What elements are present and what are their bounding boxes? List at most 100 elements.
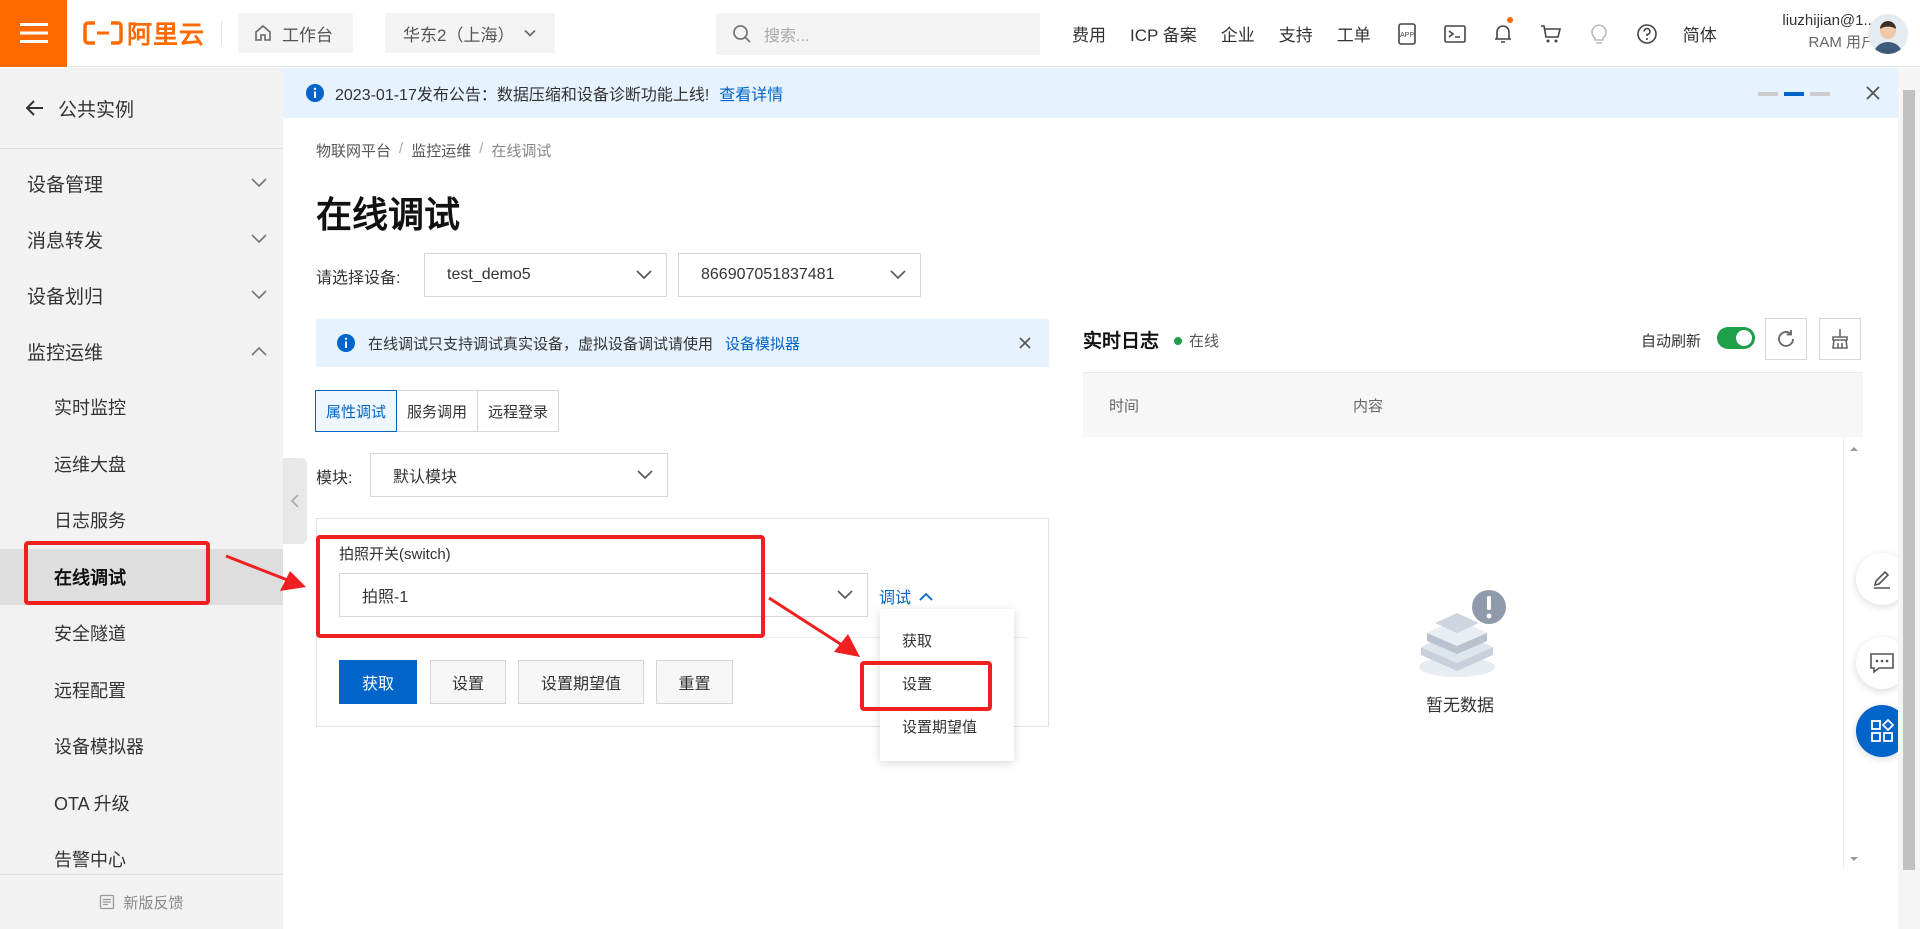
device-select-label: 请选择设备: (316, 270, 401, 287)
module-select-value: 默认模块 (393, 469, 458, 486)
nav-link-enterprise[interactable]: 企业 (1221, 21, 1255, 46)
user-avatar-icon (1868, 14, 1908, 54)
status-dot (1174, 336, 1182, 345)
sidebar-item-ops-dashboard[interactable]: 运维大盘 (0, 436, 283, 493)
column-header-content: 内容 (1353, 397, 1384, 415)
announcement-bar: 2023-01-17发布公告：数据压缩和设备诊断功能上线! 查看详情 (283, 68, 1900, 118)
annotation-box (316, 535, 765, 638)
page-title: 在线调试 (316, 194, 461, 235)
pager-dot[interactable] (1758, 92, 1778, 96)
close-icon[interactable] (1017, 335, 1033, 351)
search-input[interactable]: 搜索... (716, 13, 1040, 55)
scrollbar-thumb[interactable] (1903, 90, 1915, 870)
product-select-value: test_demo5 (447, 266, 531, 283)
pager-dot[interactable] (1810, 92, 1830, 96)
sidebar-item-device-simulator[interactable]: 设备模拟器 (0, 718, 283, 775)
debug-tabs: 属性调试 服务调用 远程登录 (315, 390, 560, 432)
module-select[interactable]: 默认模块 (370, 453, 668, 497)
chevron-down-icon (636, 270, 652, 280)
announcement-pager (1758, 92, 1830, 96)
set-button[interactable]: 设置 (430, 660, 506, 704)
nav-link-ticket[interactable]: 工单 (1337, 21, 1371, 46)
sidebar-item-ota[interactable]: OTA 升级 (0, 775, 283, 832)
sidebar-item-secure-tunnel[interactable]: 安全隧道 (0, 605, 283, 662)
workbench-label: 工作台 (282, 25, 334, 45)
logo-text: 阿里云 (127, 21, 206, 49)
feedback-label: 新版反馈 (123, 894, 184, 912)
auto-refresh-toggle[interactable] (1717, 327, 1755, 349)
breadcrumb-item[interactable]: 物联网平台 (316, 140, 391, 161)
menu-item-set-expected[interactable]: 设置期望值 (880, 705, 1014, 748)
sidebar: 公共实例 设备管理 消息转发 设备划归 监控运维 实时监控 运维大盘 日志服务 … (0, 68, 283, 929)
log-table-header: 时间 内容 (1083, 373, 1863, 437)
help-icon[interactable] (1623, 0, 1671, 67)
empty-data-icon (1419, 590, 1506, 677)
workbench-button[interactable]: 工作台 (238, 13, 354, 53)
product-select[interactable]: test_demo5 (424, 253, 667, 297)
info-icon (306, 84, 324, 102)
tab-property-debug[interactable]: 属性调试 (315, 390, 398, 432)
chevron-left-icon (290, 494, 299, 508)
avatar[interactable] (1868, 14, 1908, 54)
search-placeholder: 搜索... (764, 28, 810, 45)
sidebar-collapse-handle[interactable] (283, 458, 307, 544)
chevron-down-icon (251, 234, 267, 244)
menu-button[interactable] (0, 0, 67, 67)
pencil-icon (1873, 570, 1890, 589)
region-selector[interactable]: 华东2（上海） (385, 13, 556, 53)
nav-link-support[interactable]: 支持 (1279, 21, 1313, 46)
clear-log-button[interactable] (1819, 318, 1861, 360)
sidebar-item-realtime-monitor[interactable]: 实时监控 (0, 379, 283, 436)
chevron-down-icon (251, 290, 267, 300)
sidebar-group-device-assignment[interactable]: 设备划归 (0, 267, 283, 323)
nav-link-icp[interactable]: ICP 备案 (1130, 21, 1197, 46)
sidebar-group-device-management[interactable]: 设备管理 (0, 155, 283, 211)
online-status: 在线 (1174, 330, 1219, 351)
hamburger-icon (19, 23, 48, 43)
region-label: 华东2（上海） (403, 25, 515, 45)
refresh-button[interactable] (1765, 318, 1807, 360)
nav-link-fees[interactable]: 费用 (1072, 21, 1106, 46)
device-select[interactable]: 866907051837481 (678, 253, 921, 297)
breadcrumb-item[interactable]: 监控运维 (411, 140, 471, 161)
user-info[interactable]: liuzhijian@1... RAM 用户 (1740, 10, 1876, 54)
set-expected-button[interactable]: 设置期望值 (518, 660, 644, 704)
home-icon (255, 24, 271, 41)
language-switch[interactable]: 简体 (1683, 21, 1717, 46)
pager-dot-active[interactable] (1784, 92, 1804, 96)
debug-menu-trigger[interactable]: 调试 (879, 584, 933, 608)
app-icon[interactable]: APP (1383, 0, 1431, 67)
info-icon (337, 334, 355, 352)
close-icon[interactable] (1864, 84, 1882, 102)
cart-icon[interactable] (1527, 0, 1575, 67)
aliyun-logo-icon (83, 21, 123, 45)
sidebar-group-monitoring-ops[interactable]: 监控运维 (0, 323, 283, 379)
feedback-button[interactable]: 新版反馈 (0, 874, 283, 929)
menu-item-get[interactable]: 获取 (880, 619, 1014, 662)
back-to-instances[interactable]: 公共实例 (0, 68, 283, 148)
back-label: 公共实例 (58, 99, 135, 121)
scroll-down-icon (1850, 857, 1858, 861)
sidebar-group-message-forwarding[interactable]: 消息转发 (0, 211, 283, 267)
terminal-icon[interactable] (1431, 0, 1479, 67)
sidebar-item-remote-config[interactable]: 远程配置 (0, 662, 283, 719)
lightbulb-icon[interactable] (1575, 0, 1623, 67)
tip-link[interactable]: 设备模拟器 (725, 333, 800, 354)
tab-service-call[interactable]: 服务调用 (396, 390, 479, 432)
breadcrumb-separator: / (399, 140, 404, 157)
sidebar-group-label: 监控运维 (27, 342, 104, 364)
bell-icon[interactable] (1479, 0, 1527, 67)
debug-link-label: 调试 (879, 590, 912, 607)
get-button[interactable]: 获取 (339, 660, 417, 704)
page-scrollbar[interactable] (1898, 68, 1920, 929)
announcement-link[interactable]: 查看详情 (719, 81, 783, 105)
aliyun-logo[interactable]: 阿里云 (83, 0, 205, 67)
reset-button[interactable]: 重置 (656, 660, 733, 704)
chevron-down-icon (637, 470, 653, 480)
divider (0, 148, 283, 149)
feedback-icon (100, 894, 115, 910)
column-header-time: 时间 (1109, 397, 1140, 415)
tab-remote-login[interactable]: 远程登录 (477, 390, 560, 432)
simulator-tip: 在线调试只支持调试真实设备，虚拟设备调试请使用 设备模拟器 (316, 319, 1049, 367)
breadcrumb-current: 在线调试 (491, 143, 552, 160)
